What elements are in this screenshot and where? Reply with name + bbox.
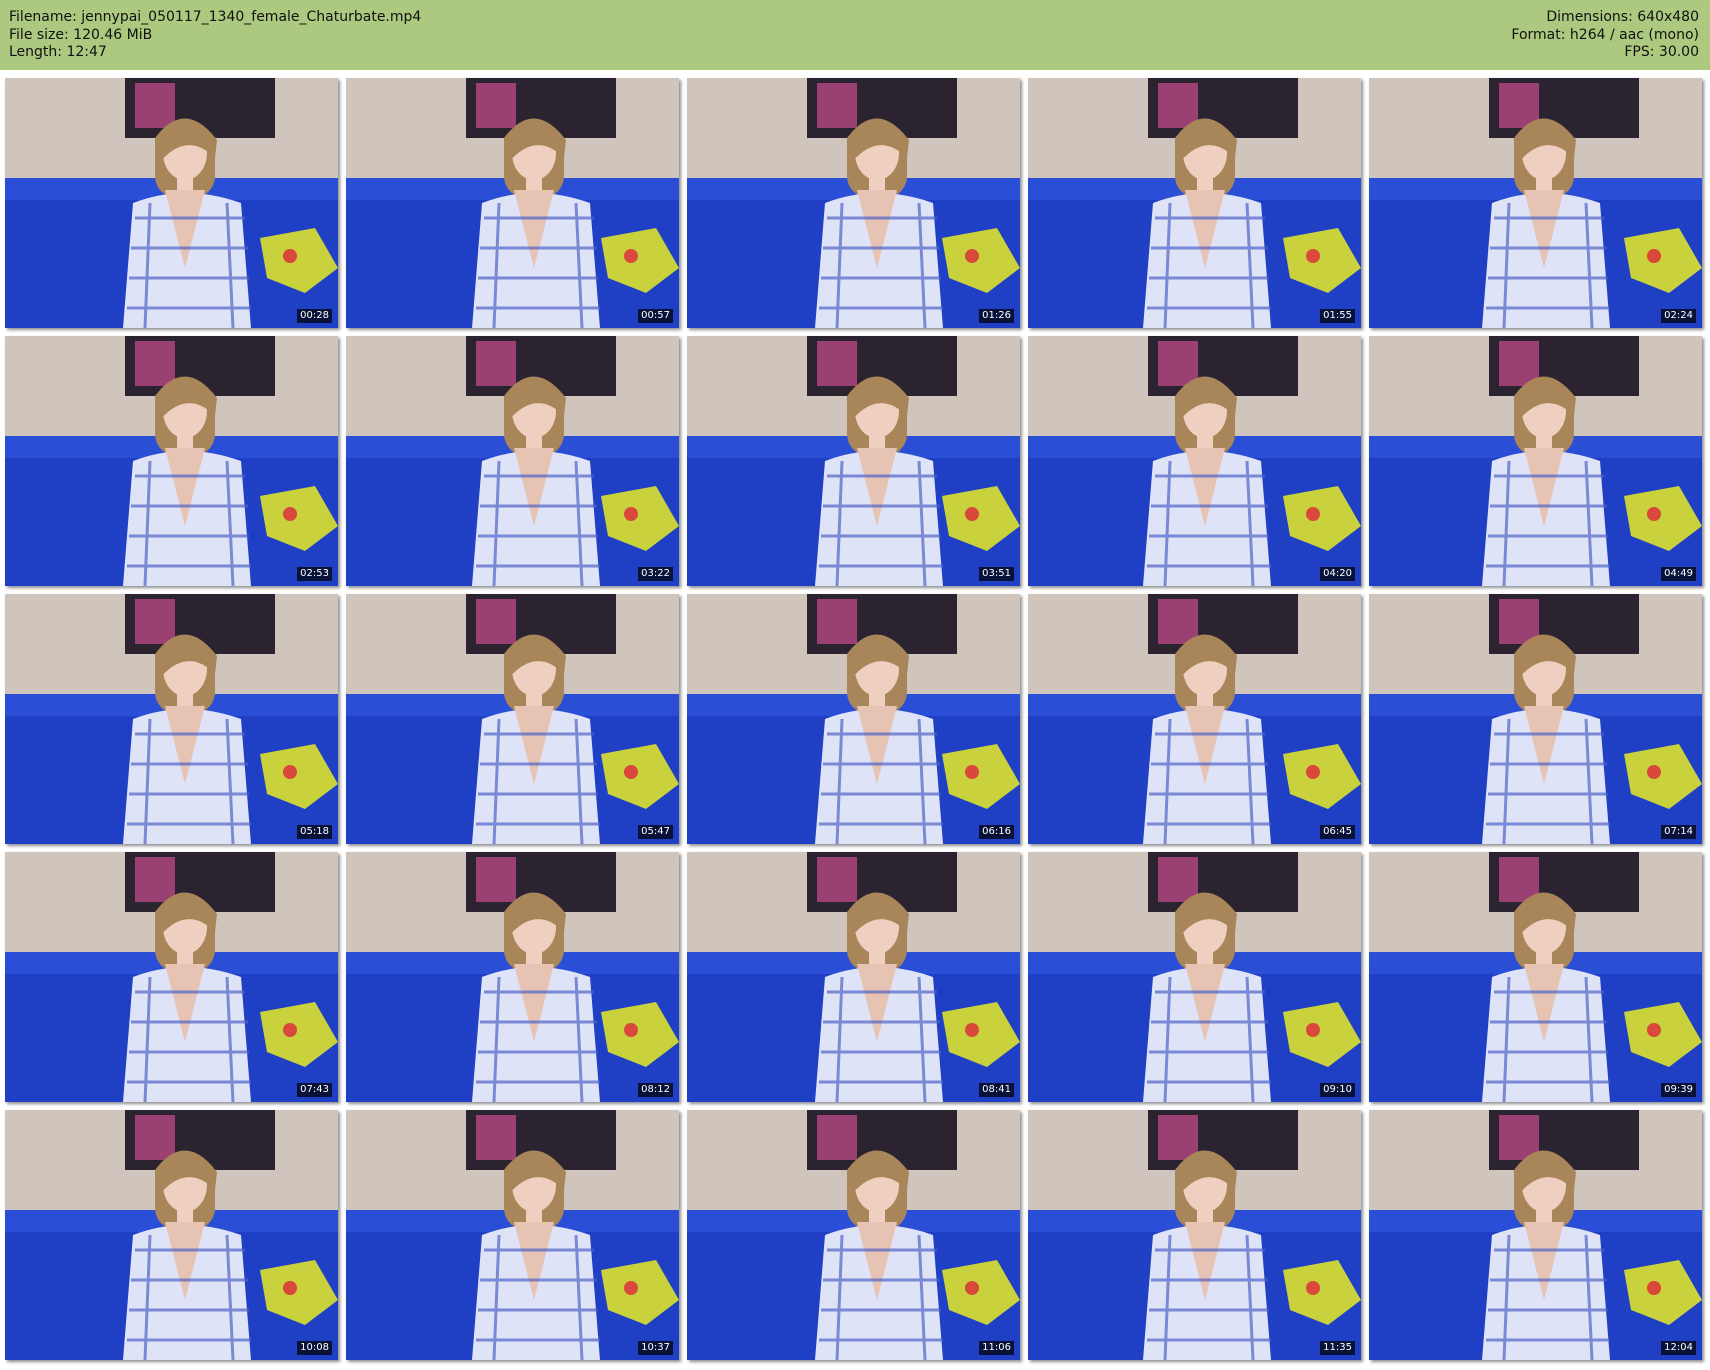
info-right: Dimensions: 640x480 Format: h264 / aac (… [1511,9,1699,62]
timestamp-label: 09:39 [1661,1083,1696,1097]
thumbnail-frame[interactable]: 00:57 [346,78,679,328]
video-frame-image [1028,594,1361,844]
timestamp-label: 02:24 [1661,309,1696,323]
video-frame-image [346,1110,679,1360]
thumbnail-frame[interactable]: 02:53 [5,336,338,586]
video-frame-image [687,594,1020,844]
thumbnail-frame[interactable]: 10:37 [346,1110,679,1360]
timestamp-label: 03:22 [638,567,673,581]
video-frame-image [346,852,679,1102]
video-frame-image [1028,852,1361,1102]
thumbnail-frame[interactable]: 05:47 [346,594,679,844]
thumbnail-frame[interactable]: 01:26 [687,78,1020,328]
format-text: Format: h264 / aac (mono) [1511,26,1699,43]
timestamp-label: 05:18 [297,825,332,839]
timestamp-label: 02:53 [297,567,332,581]
timestamp-label: 04:49 [1661,567,1696,581]
video-frame-image [1369,78,1702,328]
video-frame-image [346,78,679,328]
thumbnail-frame[interactable]: 12:04 [1369,1110,1702,1360]
thumbnail-frame[interactable]: 00:28 [5,78,338,328]
timestamp-label: 06:45 [1320,825,1355,839]
timestamp-label: 11:06 [979,1341,1014,1355]
video-frame-image [1028,1110,1361,1360]
thumbnail-frame[interactable]: 06:45 [1028,594,1361,844]
thumbnail-frame[interactable]: 07:43 [5,852,338,1102]
timestamp-label: 09:10 [1320,1083,1355,1097]
thumbnail-frame[interactable]: 11:35 [1028,1110,1361,1360]
thumbnail-frame[interactable]: 07:14 [1369,594,1702,844]
timestamp-label: 08:12 [638,1083,673,1097]
thumbnail-frame[interactable]: 03:51 [687,336,1020,586]
video-frame-image [5,1110,338,1360]
timestamp-label: 10:37 [638,1341,673,1355]
video-frame-image [687,78,1020,328]
thumbnail-frame[interactable]: 09:39 [1369,852,1702,1102]
thumbnail-frame[interactable]: 05:18 [5,594,338,844]
thumbnail-frame[interactable]: 02:24 [1369,78,1702,328]
video-frame-image [5,78,338,328]
timestamp-label: 05:47 [638,825,673,839]
video-frame-image [687,852,1020,1102]
thumbnail-frame[interactable]: 08:12 [346,852,679,1102]
timestamp-label: 07:14 [1661,825,1696,839]
timestamp-label: 07:43 [297,1083,332,1097]
video-frame-image [1369,1110,1702,1360]
video-frame-image [346,336,679,586]
timestamp-label: 00:28 [297,309,332,323]
video-frame-image [1028,336,1361,586]
video-frame-image [346,594,679,844]
timestamp-label: 12:04 [1661,1341,1696,1355]
filesize-text: File size: 120.46 MiB [9,26,153,43]
timestamp-label: 00:57 [638,309,673,323]
dimensions-text: Dimensions: 640x480 [1546,9,1699,25]
thumbnail-frame[interactable]: 04:49 [1369,336,1702,586]
thumbnail-frame[interactable]: 04:20 [1028,336,1361,586]
timestamp-label: 01:55 [1320,309,1355,323]
video-frame-image [687,336,1020,586]
timestamp-label: 03:51 [979,567,1014,581]
thumbnail-frame[interactable]: 09:10 [1028,852,1361,1102]
video-frame-image [5,594,338,844]
filename-text: Filename: jennypai_050117_1340_female_Ch… [9,9,422,25]
timestamp-label: 06:16 [979,825,1014,839]
timestamp-label: 01:26 [979,309,1014,323]
timestamp-label: 08:41 [979,1083,1014,1097]
length-text: Length: 12:47 [9,44,107,60]
thumbnail-frame[interactable]: 11:06 [687,1110,1020,1360]
video-frame-image [5,336,338,586]
thumbnail-frame[interactable]: 01:55 [1028,78,1361,328]
thumbnail-frame[interactable]: 10:08 [5,1110,338,1360]
timestamp-label: 11:35 [1320,1341,1355,1355]
fps-text: FPS: 30.00 [1624,44,1699,60]
info-header: Filename: jennypai_050117_1340_female_Ch… [0,0,1710,70]
thumbnail-frame[interactable]: 03:22 [346,336,679,586]
video-frame-image [1028,78,1361,328]
timestamp-label: 04:20 [1320,567,1355,581]
info-left: Filename: jennypai_050117_1340_female_Ch… [9,9,421,62]
timestamp-label: 10:08 [297,1341,332,1355]
video-frame-image [1369,594,1702,844]
video-frame-image [1369,852,1702,1102]
thumbnail-frame[interactable]: 08:41 [687,852,1020,1102]
video-frame-image [687,1110,1020,1360]
thumbnail-frame[interactable]: 06:16 [687,594,1020,844]
video-frame-image [1369,336,1702,586]
video-frame-image [5,852,338,1102]
